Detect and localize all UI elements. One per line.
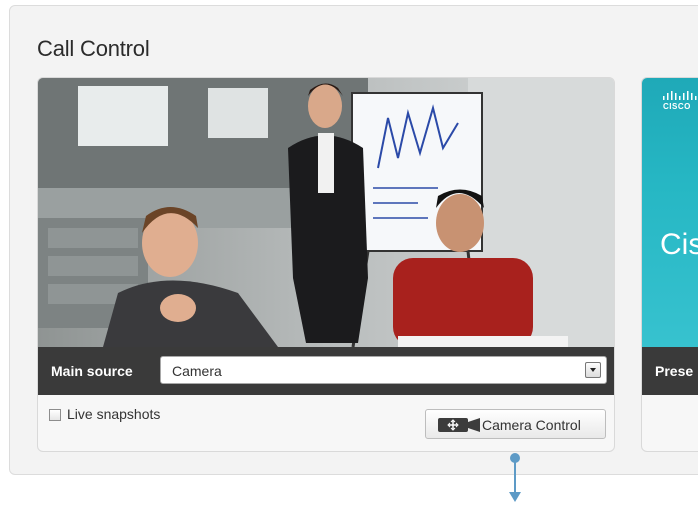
video-camera-icon: [438, 418, 480, 432]
live-snapshots-label[interactable]: Live snapshots: [67, 406, 160, 422]
camera-video-feed: [38, 78, 614, 347]
callout-arrow-head-icon: [509, 492, 521, 502]
presentation-screen: CISCO Cis: [642, 78, 698, 347]
cisco-logo-text: CISCO: [663, 102, 691, 111]
camera-control-label: Camera Control: [482, 417, 581, 433]
camera-control-button[interactable]: Camera Control: [425, 409, 606, 439]
presentation-source-card: CISCO Cis Prese: [641, 77, 698, 452]
main-source-card: Main source Camera Live snapshots Camera…: [37, 77, 615, 452]
callout-arrow-line: [514, 458, 516, 492]
presentation-screen-text: Cis: [660, 228, 698, 261]
panel-title: Call Control: [37, 36, 150, 61]
main-card-footer: Live snapshots Camera Control: [38, 395, 614, 451]
main-source-label: Main source: [51, 363, 133, 379]
presentation-source-bar: Prese: [642, 347, 698, 395]
live-snapshots-checkbox[interactable]: [49, 409, 61, 421]
main-source-select-value: Camera: [172, 363, 222, 379]
chevron-down-icon[interactable]: [585, 362, 601, 378]
presentation-source-label: Prese: [655, 363, 694, 379]
main-source-bar: Main source Camera: [38, 347, 614, 395]
main-source-select[interactable]: Camera: [160, 356, 607, 384]
